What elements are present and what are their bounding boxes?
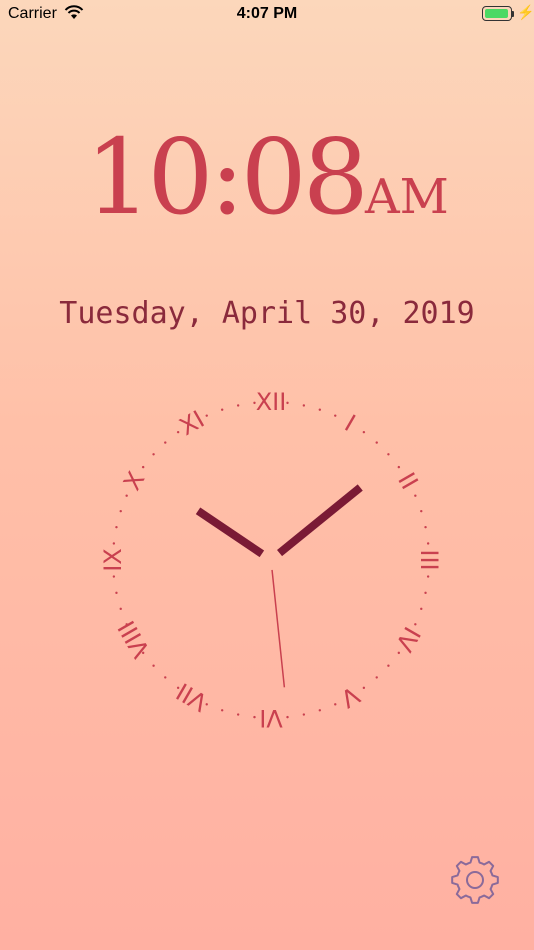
minute-dot <box>176 430 180 434</box>
numeral-IX: IX <box>99 548 127 572</box>
numeral-VIII: VIII <box>113 616 156 663</box>
minute-dot <box>112 542 116 545</box>
numeral-IV: IV <box>390 622 426 657</box>
minute-dot <box>426 575 430 578</box>
minute-dot <box>164 676 167 679</box>
numeral-XII: XII <box>256 388 287 416</box>
minute-dot <box>220 709 224 712</box>
minute-dot <box>115 525 118 529</box>
numeral-III: III <box>415 549 443 570</box>
minute-dot <box>362 430 366 434</box>
minute-dot <box>318 408 322 411</box>
numeral-XI: XI <box>175 405 209 441</box>
minute-dot <box>424 591 427 595</box>
battery-cap <box>512 11 514 17</box>
bolt-icon: ⚡ <box>517 4 534 20</box>
minute-dot <box>420 607 423 611</box>
minute-dot <box>236 404 240 407</box>
numeral-I: I <box>340 409 360 437</box>
numeral-VII: VII <box>172 677 212 717</box>
hour-hand <box>195 507 265 558</box>
minute-dot <box>375 441 378 444</box>
minute-dot <box>420 509 423 513</box>
minute-dot <box>152 453 155 456</box>
numeral-VI: VI <box>259 704 283 732</box>
minute-dot <box>164 441 167 444</box>
digital-time: 10:08 <box>85 116 369 238</box>
minute-dot <box>424 525 427 529</box>
battery-icon <box>482 6 512 21</box>
minute-dot <box>152 664 155 667</box>
gear-icon[interactable] <box>450 855 500 905</box>
minute-dot <box>318 709 322 712</box>
minute-dot <box>375 676 378 679</box>
minute-dot <box>176 686 180 690</box>
minute-dot <box>286 715 289 719</box>
minute-dot <box>397 651 401 655</box>
digital-ampm: AM <box>364 169 449 225</box>
status-time: 4:07 PM <box>236 5 298 22</box>
minute-dot <box>414 494 417 497</box>
numeral-X: X <box>118 467 150 495</box>
minute-dot <box>334 703 337 706</box>
date-label: Tuesday, April 30, 2019 <box>59 296 475 331</box>
minute-dot <box>387 453 390 456</box>
numeral-II: II <box>392 468 423 494</box>
minute-dot <box>397 465 401 469</box>
minute-dot <box>236 713 240 716</box>
digital-clock: 10:08AM <box>0 125 534 229</box>
minute-dot <box>426 542 430 545</box>
minute-dot <box>302 404 306 407</box>
minute-dot <box>141 465 145 469</box>
minute-dot <box>362 686 366 690</box>
minute-dot <box>387 664 390 667</box>
minute-dot <box>119 607 122 611</box>
analog-clock: XIIIIIIIIIVVVIVIIVIIIIXXXI <box>99 388 443 732</box>
minute-dot <box>115 591 118 595</box>
second-hand <box>271 569 286 688</box>
minute-dot <box>220 408 224 411</box>
minute-dot <box>286 401 289 405</box>
minute-dot <box>334 414 337 417</box>
status-bar: Carrier 4:07 PM ⚡ <box>0 0 534 30</box>
minute-hand <box>277 484 363 557</box>
minute-dot <box>302 713 306 716</box>
minute-dot <box>414 623 417 626</box>
numeral-V: V <box>335 681 364 714</box>
minute-dot <box>119 509 122 513</box>
minute-dot <box>112 575 116 578</box>
minute-dot <box>125 494 128 497</box>
battery-level <box>485 9 508 18</box>
minute-dot <box>205 414 208 417</box>
minute-dot <box>253 715 256 719</box>
